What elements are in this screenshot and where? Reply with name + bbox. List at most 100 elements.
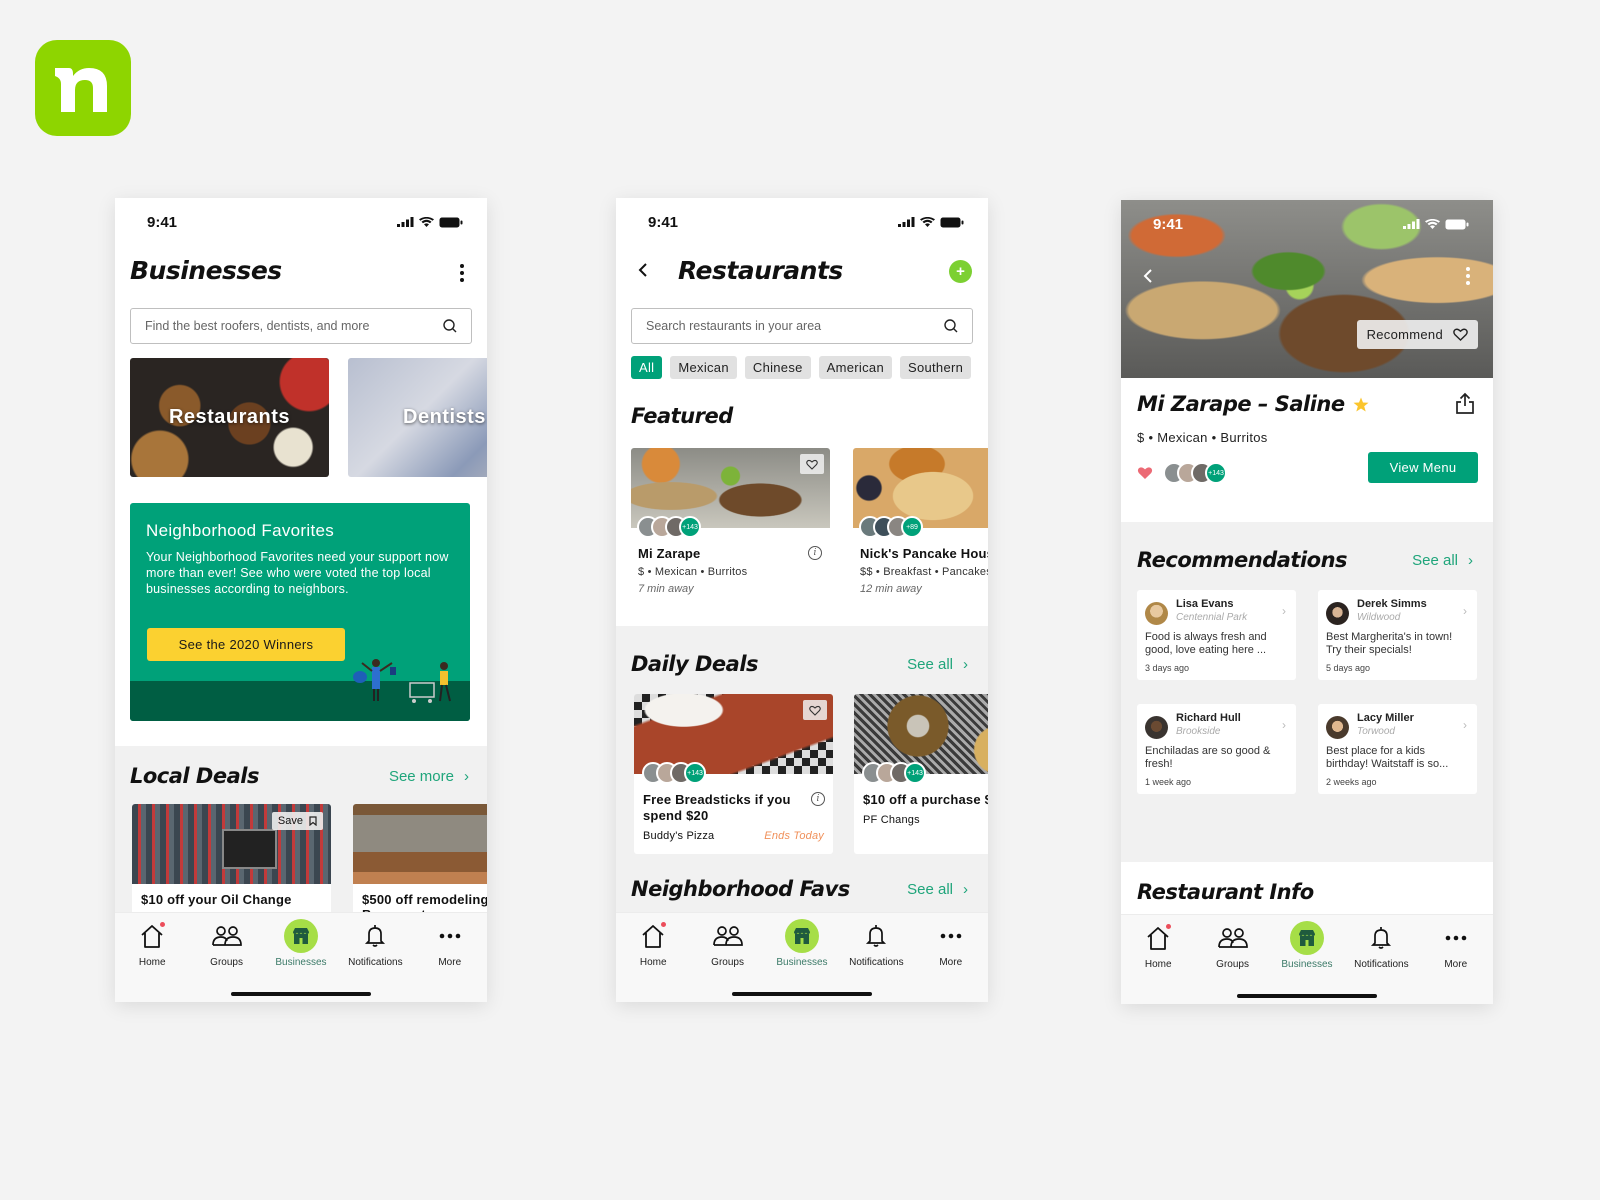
see-winners-button[interactable]: See the 2020 Winners — [147, 628, 345, 661]
promo-body: Your Neighborhood Favorites need your su… — [146, 550, 449, 596]
featured-restaurant-card[interactable]: +143 Mi Zarape $ • Mexican • Burritos 7 … — [631, 448, 830, 608]
reviewer-avatar — [1145, 602, 1168, 625]
recommender-count: +143 — [684, 762, 706, 784]
see-all-link[interactable]: See all › — [1412, 552, 1473, 569]
tab-businesses[interactable]: Businesses — [1271, 921, 1343, 970]
view-menu-button[interactable]: View Menu — [1368, 452, 1478, 483]
category-tile-dentists[interactable]: Dentists — [348, 358, 487, 477]
recommendation-card[interactable]: Richard Hull Brookside › Enchiladas are … — [1137, 704, 1296, 794]
tab-home[interactable]: Home — [116, 919, 188, 968]
tab-label: Home — [1144, 959, 1172, 970]
daily-deal-card[interactable]: +143 $10 off a purchase $75 or more PF C… — [854, 694, 988, 854]
tab-more[interactable]: More — [915, 919, 987, 968]
recommendation-text: Best Margherita's in town! Try their spe… — [1326, 631, 1453, 656]
filter-chip-southern[interactable]: Southern — [899, 356, 972, 379]
tab-label: Businesses — [275, 957, 327, 968]
chevron-right-icon: › — [1463, 718, 1467, 732]
see-all-link[interactable]: See all › — [907, 881, 968, 898]
storefront-icon — [1298, 930, 1315, 946]
signal-icon — [898, 217, 915, 227]
tab-label: More — [438, 957, 462, 968]
phone-restaurant-detail-screen: 9:41 Recommend Mi Zarape – Saline $ • Me… — [1121, 200, 1493, 1004]
nextdoor-n-icon — [55, 68, 107, 112]
recommendation-text: Food is always fresh and good, love eati… — [1145, 631, 1267, 656]
section-title: Recommendations — [1137, 548, 1348, 572]
restaurant-search-input[interactable]: Search restaurants in your area — [631, 308, 973, 344]
tab-label: Notifications — [849, 957, 904, 968]
recommendation-time: 2 weeks ago — [1326, 777, 1377, 787]
reviewer-avatar — [1145, 716, 1168, 739]
reviewer-neighborhood: Centennial Park — [1176, 612, 1248, 623]
status-bar: 9:41 — [115, 198, 487, 246]
groups-icon — [712, 926, 743, 946]
recommendation-time: 3 days ago — [1145, 663, 1190, 673]
home-indicator — [1237, 994, 1377, 998]
tab-home[interactable]: Home — [1122, 921, 1194, 970]
back-button[interactable] — [638, 262, 648, 283]
tab-businesses[interactable]: Businesses — [766, 919, 838, 968]
restaurant-meta: $$ • Breakfast • Pancakes — [860, 566, 988, 578]
tab-groups[interactable]: Groups — [1197, 921, 1269, 970]
tab-home[interactable]: Home — [617, 919, 689, 968]
daily-deal-card[interactable]: +143 Free Breadsticks if you spend $20 B… — [634, 694, 833, 854]
reviewer-avatar — [1326, 716, 1349, 739]
recommend-button[interactable]: Recommend — [1356, 320, 1478, 349]
tab-groups[interactable]: Groups — [191, 919, 263, 968]
favorite-button[interactable] — [803, 700, 827, 720]
recommendation-time: 1 week ago — [1145, 777, 1192, 787]
category-label: Restaurants — [168, 406, 291, 428]
groups-icon — [211, 926, 242, 946]
phone-businesses-screen: 9:41 Businesses Find the best roofers, d… — [115, 198, 487, 1002]
filter-chip-chinese[interactable]: Chinese — [744, 356, 811, 379]
restaurant-hero-image: 9:41 Recommend — [1121, 200, 1493, 378]
recommendation-card[interactable]: Lacy Miller Torwood › Best place for a k… — [1318, 704, 1477, 794]
see-all-link[interactable]: See all › — [907, 656, 968, 673]
filter-chip-american[interactable]: American — [818, 356, 892, 379]
filter-chip-mexican[interactable]: Mexican — [670, 356, 737, 379]
showcase-canvas: 9:41 Businesses Find the best roofers, d… — [0, 0, 1600, 1200]
section-title: Local Deals — [130, 764, 259, 788]
recommendation-time: 5 days ago — [1326, 663, 1371, 673]
see-all-label: See all — [1412, 552, 1458, 569]
recommender-avatars: +143 — [642, 762, 706, 784]
home-indicator — [732, 992, 872, 996]
overflow-menu-button[interactable] — [1465, 266, 1471, 291]
favorite-button[interactable] — [800, 454, 824, 474]
share-icon — [1456, 392, 1474, 414]
recommendation-text: Enchiladas are so good & fresh! — [1145, 745, 1271, 770]
back-button[interactable] — [1143, 268, 1153, 289]
share-button[interactable] — [1455, 392, 1475, 419]
featured-restaurant-card[interactable]: +89 Nick's Pancake House $$ • Breakfast … — [853, 448, 988, 608]
category-label: Dentists — [403, 406, 486, 428]
tab-groups[interactable]: Groups — [692, 919, 764, 968]
neighborhood-favorites-promo: Neighborhood Favorites Your Neighborhood… — [130, 503, 470, 721]
deal-card[interactable]: $500 off remodeling your Basement — [353, 804, 487, 924]
tab-more[interactable]: More — [414, 919, 486, 968]
signal-icon — [1403, 219, 1420, 229]
category-tile-restaurants[interactable]: Restaurants — [130, 358, 329, 477]
recommendation-card[interactable]: Lisa Evans Centennial Park › Food is alw… — [1137, 590, 1296, 680]
tab-businesses[interactable]: Businesses — [265, 919, 337, 968]
deal-card[interactable]: Save $10 off your Oil Change — [132, 804, 331, 924]
info-icon[interactable]: i — [808, 546, 822, 560]
overflow-menu-button[interactable] — [459, 263, 465, 288]
bookmark-icon — [309, 816, 317, 826]
tab-more[interactable]: More — [1420, 921, 1492, 970]
recommendation-card[interactable]: Derek Simms Wildwood › Best Margherita's… — [1318, 590, 1477, 680]
section-title: Featured — [631, 404, 733, 428]
shoppers-illustration — [353, 659, 451, 703]
business-search-input[interactable]: Find the best roofers, dentists, and mor… — [130, 308, 472, 344]
save-button[interactable]: Save — [271, 812, 323, 830]
battery-icon — [439, 217, 463, 227]
info-icon[interactable]: i — [811, 792, 825, 806]
heart-filled-icon[interactable] — [1137, 466, 1153, 480]
deal-business: PF Changs — [863, 814, 920, 826]
tab-notifications[interactable]: Notifications — [1345, 921, 1417, 970]
filter-chip-all[interactable]: All — [631, 356, 663, 379]
restaurant-distance: 12 min away — [860, 583, 922, 595]
see-more-link[interactable]: See more › — [389, 768, 469, 785]
promo-title: Neighborhood Favorites — [146, 521, 335, 540]
add-button[interactable]: + — [949, 260, 972, 283]
tab-notifications[interactable]: Notifications — [339, 919, 411, 968]
tab-notifications[interactable]: Notifications — [840, 919, 912, 968]
